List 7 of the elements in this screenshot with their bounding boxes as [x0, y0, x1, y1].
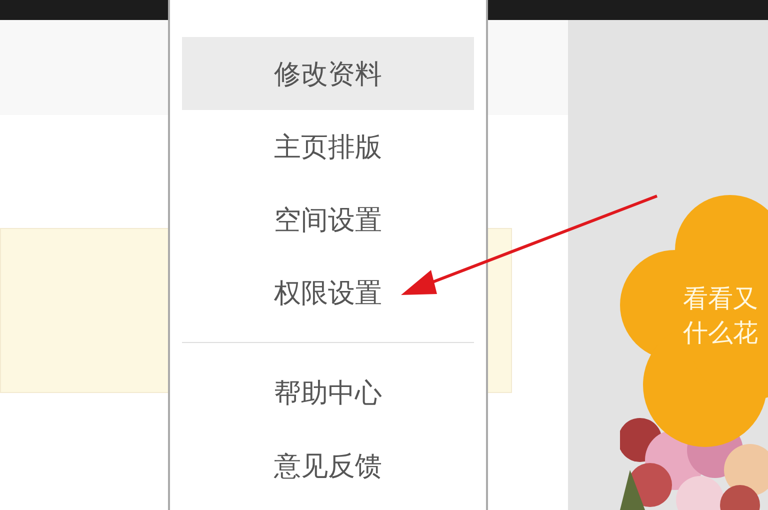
menu-item[interactable]: 帮助中心 — [182, 356, 474, 429]
menu-item[interactable]: 权限设置 — [182, 256, 474, 329]
menu-item[interactable]: 空间设置 — [182, 183, 474, 256]
promo-text: 看看又 什么花 — [683, 283, 758, 349]
menu-item[interactable]: 意见反馈 — [182, 429, 474, 502]
menu-item[interactable]: 主页排版 — [182, 110, 474, 183]
menu-item[interactable]: 修改资料 — [182, 37, 474, 110]
